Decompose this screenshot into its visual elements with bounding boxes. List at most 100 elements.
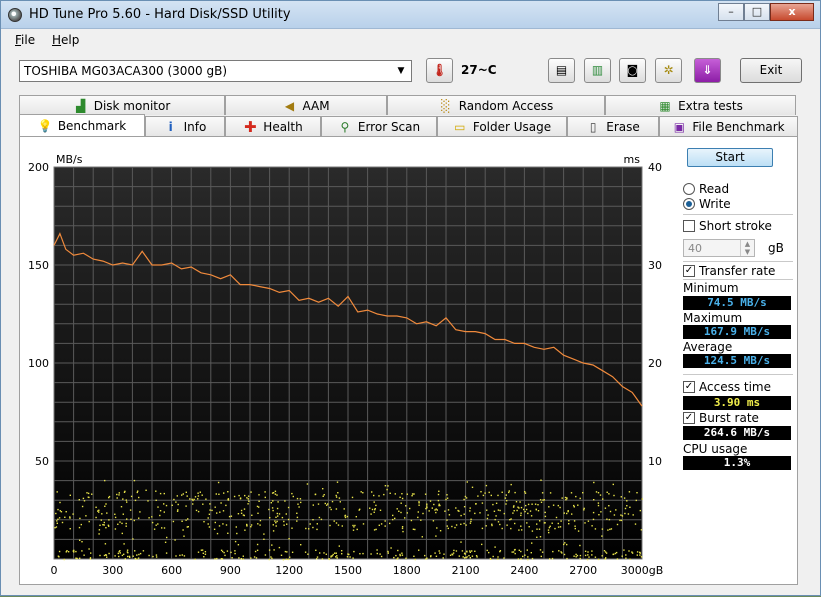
access-time-point <box>524 492 527 494</box>
access-time-point <box>375 528 377 531</box>
access-time-point <box>99 524 101 526</box>
access-time-point <box>271 544 273 546</box>
access-time-point <box>573 555 575 557</box>
access-time-point <box>458 555 460 557</box>
access-time-point <box>639 554 641 556</box>
access-time-point <box>383 493 385 496</box>
access-time-point <box>568 520 570 522</box>
access-time-point <box>98 529 101 531</box>
access-time-point <box>557 504 559 507</box>
access-time-point <box>197 492 199 494</box>
access-time-point <box>421 536 423 538</box>
access-time-point <box>276 512 278 515</box>
access-time-point <box>469 507 471 509</box>
access-time-point <box>370 553 372 555</box>
access-time-point <box>61 521 64 524</box>
transfer-rate-checkbox[interactable]: ✓ <box>683 265 695 277</box>
access-time-point <box>137 557 140 559</box>
access-time-point <box>574 525 576 527</box>
access-time-point <box>236 532 238 535</box>
access-time-point <box>218 493 220 495</box>
access-time-point <box>616 523 619 526</box>
short-stroke-input[interactable]: 40 ▲ ▼ <box>683 239 755 257</box>
access-time-point <box>207 523 209 525</box>
divider <box>683 279 793 280</box>
access-time-point <box>133 479 136 482</box>
access-time-point <box>207 517 209 519</box>
short-stroke-checkbox[interactable] <box>683 220 695 232</box>
access-time-point <box>640 556 643 558</box>
access-time-point <box>326 504 328 506</box>
access-time-point <box>460 514 462 517</box>
access-time-point <box>602 498 604 500</box>
access-time-point <box>256 505 259 508</box>
access-time-point <box>360 491 362 493</box>
access-time-point <box>274 490 277 492</box>
access-time-point <box>323 552 325 554</box>
access-time-point <box>88 520 90 523</box>
access-time-point <box>129 556 131 558</box>
access-time-point <box>276 520 278 523</box>
access-time-point <box>159 514 161 517</box>
access-time-point <box>130 495 133 498</box>
access-time-point <box>631 551 633 553</box>
read-radio[interactable] <box>683 183 695 195</box>
access-time-point <box>499 523 501 526</box>
access-time-point <box>186 495 188 497</box>
write-radio[interactable] <box>683 198 695 210</box>
access-time-point <box>636 551 639 553</box>
start-button[interactable]: Start <box>687 148 773 167</box>
spinner-arrows-icon[interactable]: ▲ ▼ <box>740 240 754 256</box>
access-time-point <box>127 555 129 558</box>
access-time-point <box>480 491 482 493</box>
access-time-point <box>155 554 158 556</box>
access-time-point <box>552 550 554 553</box>
access-time-point <box>452 552 455 554</box>
access-time-point <box>475 555 478 557</box>
access-time-point <box>573 504 575 507</box>
access-time-point <box>56 522 58 524</box>
burst-rate-checkbox[interactable]: ✓ <box>683 412 695 424</box>
transfer-rate-label: Transfer rate <box>699 264 776 278</box>
access-time-point <box>315 549 317 551</box>
access-time-point <box>413 493 415 495</box>
access-time-point <box>316 523 318 525</box>
access-time-point <box>524 491 526 493</box>
y-tick-label-left: 100 <box>28 357 49 370</box>
access-time-point <box>320 518 323 521</box>
short-stroke-label: Short stroke <box>699 219 772 233</box>
access-time-point <box>287 558 290 561</box>
access-time-point <box>561 497 563 499</box>
maximum-label: Maximum <box>683 311 743 325</box>
access-time-point <box>248 500 250 502</box>
access-time-point <box>327 503 329 505</box>
access-time-point <box>98 533 100 535</box>
access-time-point <box>222 523 224 525</box>
access-time-point <box>58 517 61 519</box>
access-time-point <box>103 554 106 557</box>
access-time-point <box>470 520 472 523</box>
access-time-point <box>527 558 529 561</box>
access-time-checkbox[interactable]: ✓ <box>683 381 695 393</box>
access-time-point <box>402 530 404 533</box>
access-time-point <box>401 497 404 500</box>
access-time-point <box>125 499 127 501</box>
access-time-point <box>343 508 345 510</box>
access-time-point <box>164 541 167 543</box>
access-time-point <box>635 499 637 502</box>
access-time-point <box>145 489 147 491</box>
access-time-point <box>228 515 231 518</box>
access-time-point <box>197 510 200 513</box>
access-time-point <box>224 554 226 557</box>
access-time-point <box>54 527 56 529</box>
access-time-point <box>373 511 375 513</box>
access-time-point <box>202 503 204 505</box>
access-time-point <box>136 554 138 556</box>
access-time-point <box>346 515 349 518</box>
access-time-point <box>486 549 488 552</box>
access-time-point <box>518 549 520 551</box>
access-time-point <box>99 554 101 557</box>
access-time-point <box>405 557 407 559</box>
access-time-point <box>155 499 157 501</box>
access-time-point <box>563 543 565 546</box>
